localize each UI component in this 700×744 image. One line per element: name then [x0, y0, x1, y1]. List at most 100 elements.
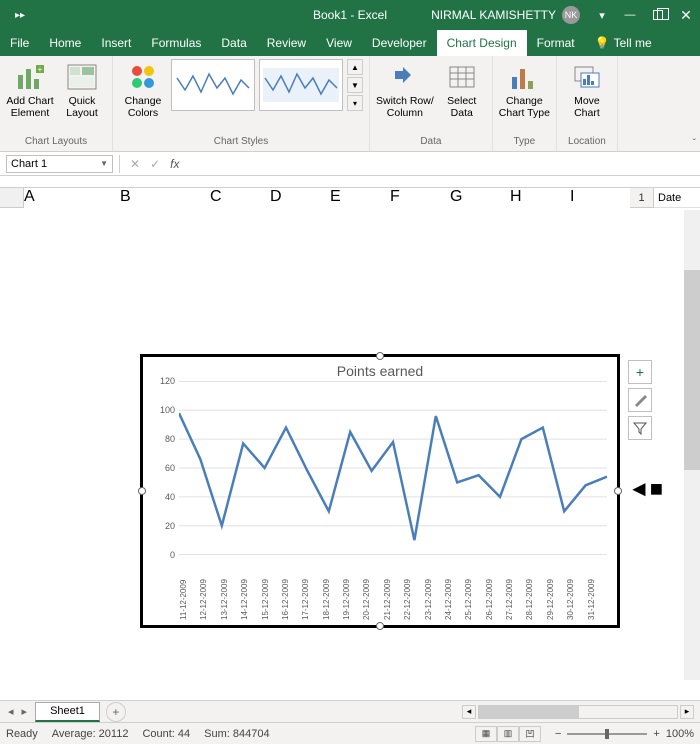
- tab-file[interactable]: File: [0, 30, 39, 56]
- tab-format[interactable]: Format: [527, 30, 585, 56]
- x-tick-label: 29-12-2009: [546, 564, 566, 620]
- zoom-in[interactable]: +: [653, 728, 659, 740]
- y-tick-label: 100: [151, 405, 175, 415]
- tab-chart-design[interactable]: Chart Design: [437, 30, 527, 56]
- sheet-tab-sheet1[interactable]: Sheet1: [35, 702, 100, 722]
- namebox-dropdown-icon[interactable]: ▼: [100, 159, 108, 168]
- hscroll-left[interactable]: ◂: [462, 705, 476, 719]
- ribbon-options-icon[interactable]: ▾: [588, 0, 616, 30]
- x-tick-label: 23-12-2009: [424, 564, 444, 620]
- x-tick-label: 11-12-2009: [179, 564, 199, 620]
- x-tick-label: 19-12-2009: [342, 564, 362, 620]
- zoom-level[interactable]: 100%: [666, 728, 694, 740]
- view-normal[interactable]: ▦: [475, 726, 497, 742]
- column-header-A[interactable]: A: [24, 188, 120, 208]
- close-button[interactable]: ✕: [672, 0, 700, 30]
- chart-plot-area[interactable]: [179, 381, 607, 555]
- chart-filters-button[interactable]: [628, 416, 652, 440]
- zoom-slider[interactable]: [567, 733, 647, 735]
- change-colors-button[interactable]: Change Colors: [119, 59, 167, 119]
- tab-developer[interactable]: Developer: [362, 30, 437, 56]
- styles-more[interactable]: ▾: [347, 95, 363, 111]
- x-tick-label: 12-12-2009: [199, 564, 219, 620]
- column-header-E[interactable]: E: [330, 188, 390, 208]
- group-label-type: Type: [499, 136, 550, 150]
- select-data-button[interactable]: Select Data: [438, 59, 486, 119]
- chart-styles-button[interactable]: [628, 388, 652, 412]
- cancel-formula-icon[interactable]: ✕: [130, 157, 140, 171]
- chart-style-2[interactable]: [259, 59, 343, 111]
- horizontal-scrollbar[interactable]: [478, 705, 678, 719]
- x-tick-label: 25-12-2009: [464, 564, 484, 620]
- sheet-nav-next[interactable]: ▸: [22, 705, 28, 718]
- styles-scroll-down[interactable]: ▼: [347, 77, 363, 93]
- sheet-nav-prev[interactable]: ◂: [8, 705, 14, 718]
- quick-layout-button[interactable]: Quick Layout: [58, 59, 106, 119]
- column-header-C[interactable]: C: [210, 188, 270, 208]
- account-button[interactable]: NIRMAL KAMISHETTY NK: [431, 6, 580, 24]
- tab-formulas[interactable]: Formulas: [141, 30, 211, 56]
- embedded-chart[interactable]: Points earned 02040608010012011-12-20091…: [140, 354, 620, 628]
- add-chart-element-button[interactable]: + Add Chart Element: [6, 59, 54, 119]
- chart-title[interactable]: Points earned: [143, 357, 617, 381]
- row-header-1[interactable]: 1: [630, 188, 654, 208]
- styles-scroll-up[interactable]: ▲: [347, 59, 363, 75]
- column-header-F[interactable]: F: [390, 188, 450, 208]
- svg-text:+: +: [38, 65, 43, 74]
- x-tick-label: 30-12-2009: [566, 564, 586, 620]
- change-chart-type-button[interactable]: Change Chart Type: [499, 59, 550, 119]
- name-box[interactable]: Chart 1 ▼: [6, 155, 113, 173]
- column-header-G[interactable]: G: [450, 188, 510, 208]
- x-tick-label: 24-12-2009: [444, 564, 464, 620]
- spreadsheet-grid: ABCDEFGHI1DatePoints earned211-12-200998…: [0, 188, 700, 208]
- zoom-out[interactable]: −: [555, 728, 561, 740]
- quick-layout-icon: [66, 61, 98, 93]
- maximize-button[interactable]: [644, 0, 672, 30]
- chart-style-1[interactable]: [171, 59, 255, 111]
- resize-handle-n[interactable]: [376, 352, 384, 360]
- tab-insert[interactable]: Insert: [91, 30, 141, 56]
- view-page-layout[interactable]: ▥: [497, 726, 519, 742]
- chart-elements-button[interactable]: +: [628, 360, 652, 384]
- collapse-ribbon-icon[interactable]: ˇ: [693, 138, 696, 149]
- vertical-scrollbar[interactable]: [684, 210, 700, 680]
- x-tick-label: 15-12-2009: [261, 564, 281, 620]
- user-name: NIRMAL KAMISHETTY: [431, 8, 556, 22]
- status-sum: Sum: 844704: [204, 728, 269, 740]
- resize-handle-s[interactable]: [376, 622, 384, 630]
- switch-row-column-button[interactable]: Switch Row/ Column: [376, 59, 434, 119]
- move-chart-button[interactable]: Move Chart: [563, 59, 611, 119]
- status-bar: Ready Average: 20112 Count: 44 Sum: 8447…: [0, 722, 700, 744]
- tab-review[interactable]: Review: [257, 30, 316, 56]
- tell-me[interactable]: 💡Tell me: [585, 30, 662, 56]
- tab-home[interactable]: Home: [39, 30, 91, 56]
- change-chart-type-icon: [508, 61, 540, 93]
- x-tick-label: 20-12-2009: [362, 564, 382, 620]
- fx-icon[interactable]: fx: [170, 157, 179, 171]
- group-label-location: Location: [563, 136, 611, 150]
- tab-data[interactable]: Data: [211, 30, 256, 56]
- quick-access[interactable]: ▸▸: [0, 10, 40, 21]
- column-header-I[interactable]: I: [570, 188, 630, 208]
- select-data-icon: [446, 61, 478, 93]
- column-header-D[interactable]: D: [270, 188, 330, 208]
- column-header-B[interactable]: B: [120, 188, 210, 208]
- confirm-formula-icon[interactable]: ✓: [150, 157, 160, 171]
- change-colors-icon: [127, 61, 159, 93]
- add-sheet-button[interactable]: +: [106, 702, 126, 722]
- annotation-arrow-icon: ◄■: [628, 476, 663, 502]
- chart-series-line[interactable]: [179, 413, 607, 540]
- y-tick-label: 40: [151, 492, 175, 502]
- minimize-button[interactable]: —: [616, 0, 644, 30]
- select-all-button[interactable]: [0, 188, 24, 208]
- x-tick-label: 22-12-2009: [403, 564, 423, 620]
- cell-A1[interactable]: Date: [654, 188, 700, 208]
- status-count: Count: 44: [142, 728, 190, 740]
- column-header-H[interactable]: H: [510, 188, 570, 208]
- tab-view[interactable]: View: [316, 30, 362, 56]
- avatar: NK: [562, 6, 580, 24]
- view-page-break[interactable]: 凹: [519, 726, 541, 742]
- title-bar: ▸▸ Book1 - Excel NIRMAL KAMISHETTY NK ▾ …: [0, 0, 700, 30]
- move-chart-icon: [571, 61, 603, 93]
- hscroll-right[interactable]: ▸: [680, 705, 694, 719]
